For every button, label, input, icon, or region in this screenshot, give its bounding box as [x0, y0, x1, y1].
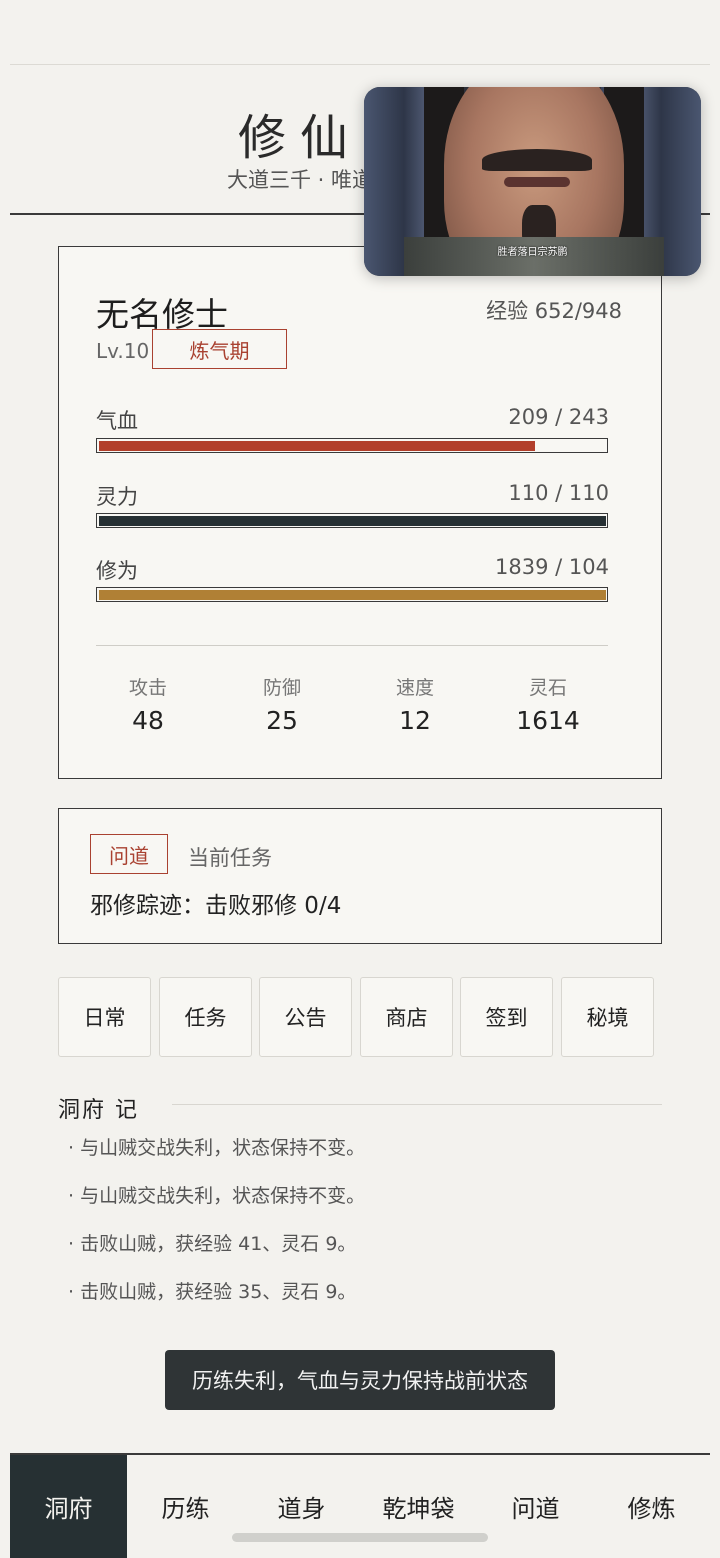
attack-value: 48 — [132, 706, 164, 735]
stats-divider — [96, 645, 608, 646]
top-divider — [10, 64, 710, 65]
mana-bar-fill — [98, 515, 606, 526]
secret-realm-button[interactable]: 秘境 — [561, 977, 654, 1057]
nav-item-dao-body[interactable]: 道身 — [243, 1455, 360, 1558]
hp-bar-fill — [98, 440, 535, 451]
task-text: 邪修踪迹：击败邪修 0/4 — [90, 893, 342, 919]
log-item: · 与山贼交战失利，状态保持不变。 — [68, 1185, 366, 1207]
toast-message: 历练失利，气血与灵力保持战前状态 — [165, 1350, 555, 1410]
video-mustache — [482, 149, 592, 171]
cultivation-label: 修为 — [96, 559, 138, 583]
log-divider — [172, 1104, 662, 1105]
mana-bar — [96, 513, 608, 528]
cultivation-value: 1839 / 104 — [495, 555, 609, 579]
nav-item-cultivate[interactable]: 修炼 — [593, 1455, 710, 1558]
hp-label: 气血 — [96, 409, 138, 433]
speed-value: 12 — [399, 706, 431, 735]
mana-label: 灵力 — [96, 485, 138, 509]
mana-value: 110 / 110 — [508, 481, 609, 505]
log-title: 洞府 记 — [58, 1098, 139, 1123]
log-item: · 击败山贼，获经验 41、灵石 9。 — [68, 1233, 357, 1255]
task-card[interactable] — [58, 808, 662, 944]
defense-label: 防御 — [262, 677, 301, 699]
spirit-stone-value: 1614 — [516, 706, 580, 735]
realm-badge: 炼气期 — [152, 329, 287, 369]
speed-label: 速度 — [395, 677, 434, 699]
task-tag[interactable]: 问道 — [90, 834, 168, 874]
nav-item-training[interactable]: 历练 — [127, 1455, 244, 1558]
video-mouth — [504, 177, 570, 187]
video-caption: 胜者落日宗苏鹏 — [497, 247, 568, 258]
nav-item-quest[interactable]: 问道 — [477, 1455, 594, 1558]
attack-label: 攻击 — [128, 677, 167, 699]
cultivation-bar — [96, 587, 608, 602]
home-indicator[interactable] — [232, 1533, 488, 1542]
nav-item-inventory[interactable]: 乾坤袋 — [360, 1455, 477, 1558]
shop-button[interactable]: 商店 — [360, 977, 453, 1057]
hp-bar — [96, 438, 608, 453]
announcement-button[interactable]: 公告 — [259, 977, 352, 1057]
spirit-stone-label: 灵石 — [528, 677, 567, 699]
experience-text: 经验 652/948 — [486, 299, 622, 323]
cultivation-bar-fill — [98, 589, 606, 600]
task-label: 当前任务 — [188, 846, 272, 870]
log-item: · 击败山贼，获经验 35、灵石 9。 — [68, 1281, 357, 1303]
daily-button[interactable]: 日常 — [58, 977, 151, 1057]
checkin-button[interactable]: 签到 — [460, 977, 553, 1057]
nav-item-cave[interactable]: 洞府 — [10, 1455, 127, 1558]
task-button[interactable]: 任务 — [159, 977, 252, 1057]
defense-value: 25 — [266, 706, 298, 735]
character-level: Lv.10 — [96, 339, 150, 363]
hp-value: 209 / 243 — [508, 405, 609, 429]
video-overlay[interactable]: 胜者落日宗苏鹏 — [364, 87, 701, 276]
log-item: · 与山贼交战失利，状态保持不变。 — [68, 1137, 366, 1159]
